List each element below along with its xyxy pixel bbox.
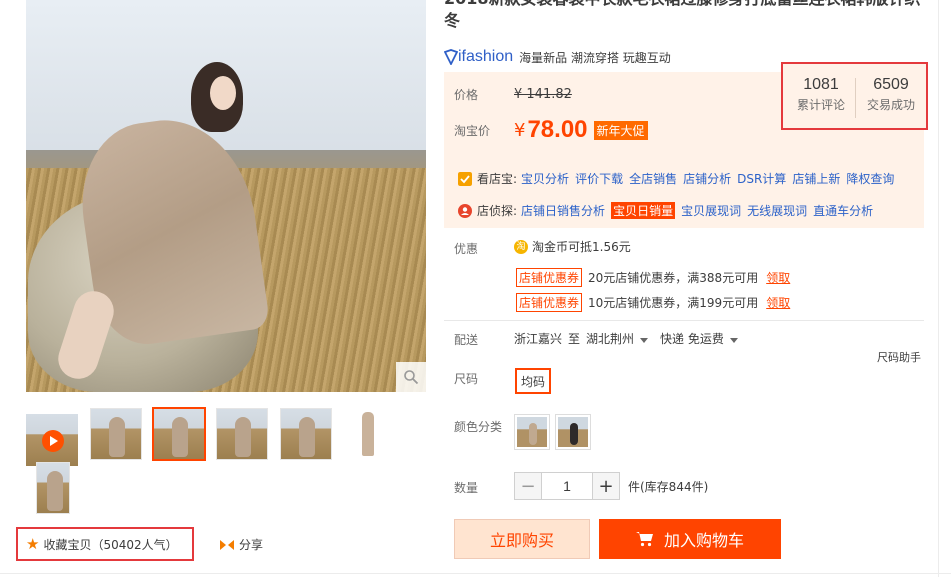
taobao-price: 78.00 — [527, 116, 588, 143]
buy-now-button[interactable]: 立即购买 — [454, 519, 590, 559]
shop-link-store-analysis[interactable]: 店铺分析 — [683, 170, 731, 187]
thumbnail-video[interactable] — [26, 414, 78, 466]
shop-link-review-download[interactable]: 评价下载 — [575, 170, 623, 187]
shop-link-rank-check[interactable]: 降权查询 — [846, 170, 894, 187]
image-model-face — [210, 76, 236, 110]
page-edge — [938, 0, 951, 577]
stats-divider — [855, 78, 856, 118]
detect-link-item-keywords[interactable]: 宝贝展现词 — [681, 202, 741, 219]
coupon-row: 店铺优惠券 10元店铺优惠券，满199元可用 领取 — [516, 293, 790, 312]
chevron-down-icon — [729, 338, 738, 343]
taobao-price-label: 淘宝价 — [454, 123, 491, 138]
reviews-label: 累计评论 — [796, 98, 845, 112]
taobao-coin-icon: 淘 — [514, 239, 528, 254]
reviews-stat[interactable]: 1081 累计评论 — [791, 76, 851, 113]
share-button[interactable]: 分享 — [219, 536, 263, 553]
color-label: 颜色分类 — [454, 420, 503, 434]
thumbnail-3[interactable] — [216, 408, 268, 460]
magnifier-icon — [404, 370, 419, 385]
shop-tool-icon — [458, 171, 472, 186]
quantity-label: 数量 — [454, 481, 479, 495]
size-option-one-size[interactable]: 均码 — [515, 368, 551, 394]
ship-method: 快递 免运费 — [660, 332, 724, 346]
ship-method-select[interactable]: 快递 免运费 — [660, 330, 750, 347]
quantity-plus-button[interactable]: + — [592, 472, 620, 500]
list-price-label: 价格 — [454, 88, 479, 102]
deals-count: 6509 — [873, 76, 909, 93]
promo-label: 优惠 — [454, 242, 479, 256]
shop-tool-row: 看店宝: 宝贝分析 评价下载 全店销售 店铺分析 DSR计算 店铺上新 降权查询 — [458, 170, 900, 187]
color-option-black[interactable] — [555, 414, 591, 450]
main-product-image[interactable] — [26, 0, 426, 392]
add-to-cart-label: 加入购物车 — [663, 531, 744, 550]
taobao-coin-row: 淘 淘金币可抵1.56元 — [514, 238, 631, 255]
buy-now-label: 立即购买 — [489, 531, 554, 550]
coupon-desc: 20元店铺优惠券，满388元可用 — [588, 271, 759, 285]
quantity-minus-button[interactable]: − — [514, 472, 542, 500]
shipping-label: 配送 — [454, 333, 479, 347]
shop-link-dsr[interactable]: DSR计算 — [737, 170, 786, 187]
stock-info: 件(库存844件) — [628, 479, 709, 494]
thumbnail-2-selected[interactable] — [152, 407, 206, 461]
shipping-row: 浙江嘉兴 至 湖北荆州 快递 免运费 — [514, 330, 750, 347]
color-option-khaki[interactable] — [514, 414, 550, 450]
star-icon: ★ — [26, 535, 40, 553]
cart-icon — [635, 532, 653, 547]
sales-stats-box: 1081 累计评论 6509 交易成功 — [781, 62, 928, 130]
ship-to-word: 至 — [568, 332, 581, 346]
detect-link-ztc-analysis[interactable]: 直通车分析 — [813, 202, 873, 219]
thumbnail-4[interactable] — [280, 408, 332, 460]
page-bottom-border — [0, 573, 951, 574]
shop-link-item-analysis[interactable]: 宝贝分析 — [521, 170, 569, 187]
chevron-down-icon — [640, 338, 649, 343]
add-to-cart-button[interactable]: 加入购物车 — [599, 519, 781, 559]
share-icon — [220, 539, 234, 550]
favorite-button[interactable]: ★ 收藏宝贝（50402人气） — [16, 527, 194, 561]
ship-destination: 湖北荆州 — [586, 332, 635, 346]
play-icon — [42, 430, 64, 452]
favorite-label: 收藏宝贝（50402人气） — [43, 537, 178, 552]
ifashion-logo: ifashion — [458, 48, 514, 65]
deals-label: 交易成功 — [866, 98, 915, 112]
promotions-section: 优惠 淘 淘金币可抵1.56元 店铺优惠券 20元店铺优惠券，满388元可用 领… — [444, 228, 924, 316]
detect-link-item-daily-volume[interactable]: 宝贝日销量 — [611, 202, 676, 219]
detect-tool-label: 店侦探: — [477, 204, 518, 218]
coupon-tag: 店铺优惠券 — [516, 293, 583, 312]
shop-link-new-items[interactable]: 店铺上新 — [792, 170, 840, 187]
quantity-input[interactable] — [542, 472, 592, 500]
thumbnail-1[interactable] — [90, 408, 142, 460]
ship-destination-select[interactable]: 湖北荆州 — [586, 330, 660, 347]
coupon-desc: 10元店铺优惠券，满199元可用 — [588, 296, 759, 310]
promo-badge[interactable]: 新年大促 — [593, 120, 648, 140]
detective-icon — [458, 203, 472, 218]
quantity-stepper: − + 件(库存844件) — [514, 472, 708, 500]
reviews-count: 1081 — [803, 76, 839, 93]
claim-coupon-link[interactable]: 领取 — [766, 294, 790, 311]
shop-tool-label: 看店宝: — [477, 172, 518, 186]
share-label: 分享 — [239, 538, 264, 552]
zoom-button[interactable] — [396, 362, 426, 392]
ifashion-banner[interactable]: ifashion 海量新品 潮流穿搭 玩趣互动 — [444, 48, 671, 66]
shop-link-store-sales[interactable]: 全店销售 — [629, 170, 677, 187]
claim-coupon-link[interactable]: 领取 — [766, 269, 790, 286]
coupon-tag: 店铺优惠券 — [516, 268, 583, 287]
taobao-coin-text: 淘金币可抵1.56元 — [532, 240, 631, 254]
thumbnail-5[interactable] — [342, 408, 394, 460]
ship-from: 浙江嘉兴 — [514, 332, 563, 346]
list-price: ¥ 141.82 — [514, 87, 572, 102]
detect-link-wireless-keywords[interactable]: 无线展现词 — [747, 202, 807, 219]
detect-link-daily-sales[interactable]: 店铺日销售分析 — [521, 202, 605, 219]
coupon-row: 店铺优惠券 20元店铺优惠券，满388元可用 领取 — [516, 268, 790, 287]
product-title: 2018新款女装春装中长款毛衣裙过膝修身打底蕾丝连衣裙韩版针织冬 — [444, 0, 921, 30]
section-divider — [444, 320, 924, 321]
size-helper-link[interactable]: 尺码助手 — [877, 349, 921, 365]
ifashion-logo-icon — [444, 49, 458, 65]
deals-stat: 6509 交易成功 — [861, 76, 921, 113]
size-label: 尺码 — [454, 372, 479, 386]
thumbnail-6[interactable] — [36, 462, 70, 514]
detect-tool-row: 店侦探: 店铺日销售分析 宝贝日销量 宝贝展现词 无线展现词 直通车分析 — [458, 202, 879, 219]
currency-symbol: ¥ — [514, 119, 526, 141]
ifashion-tags: 海量新品 潮流穿搭 玩趣互动 — [519, 50, 671, 65]
